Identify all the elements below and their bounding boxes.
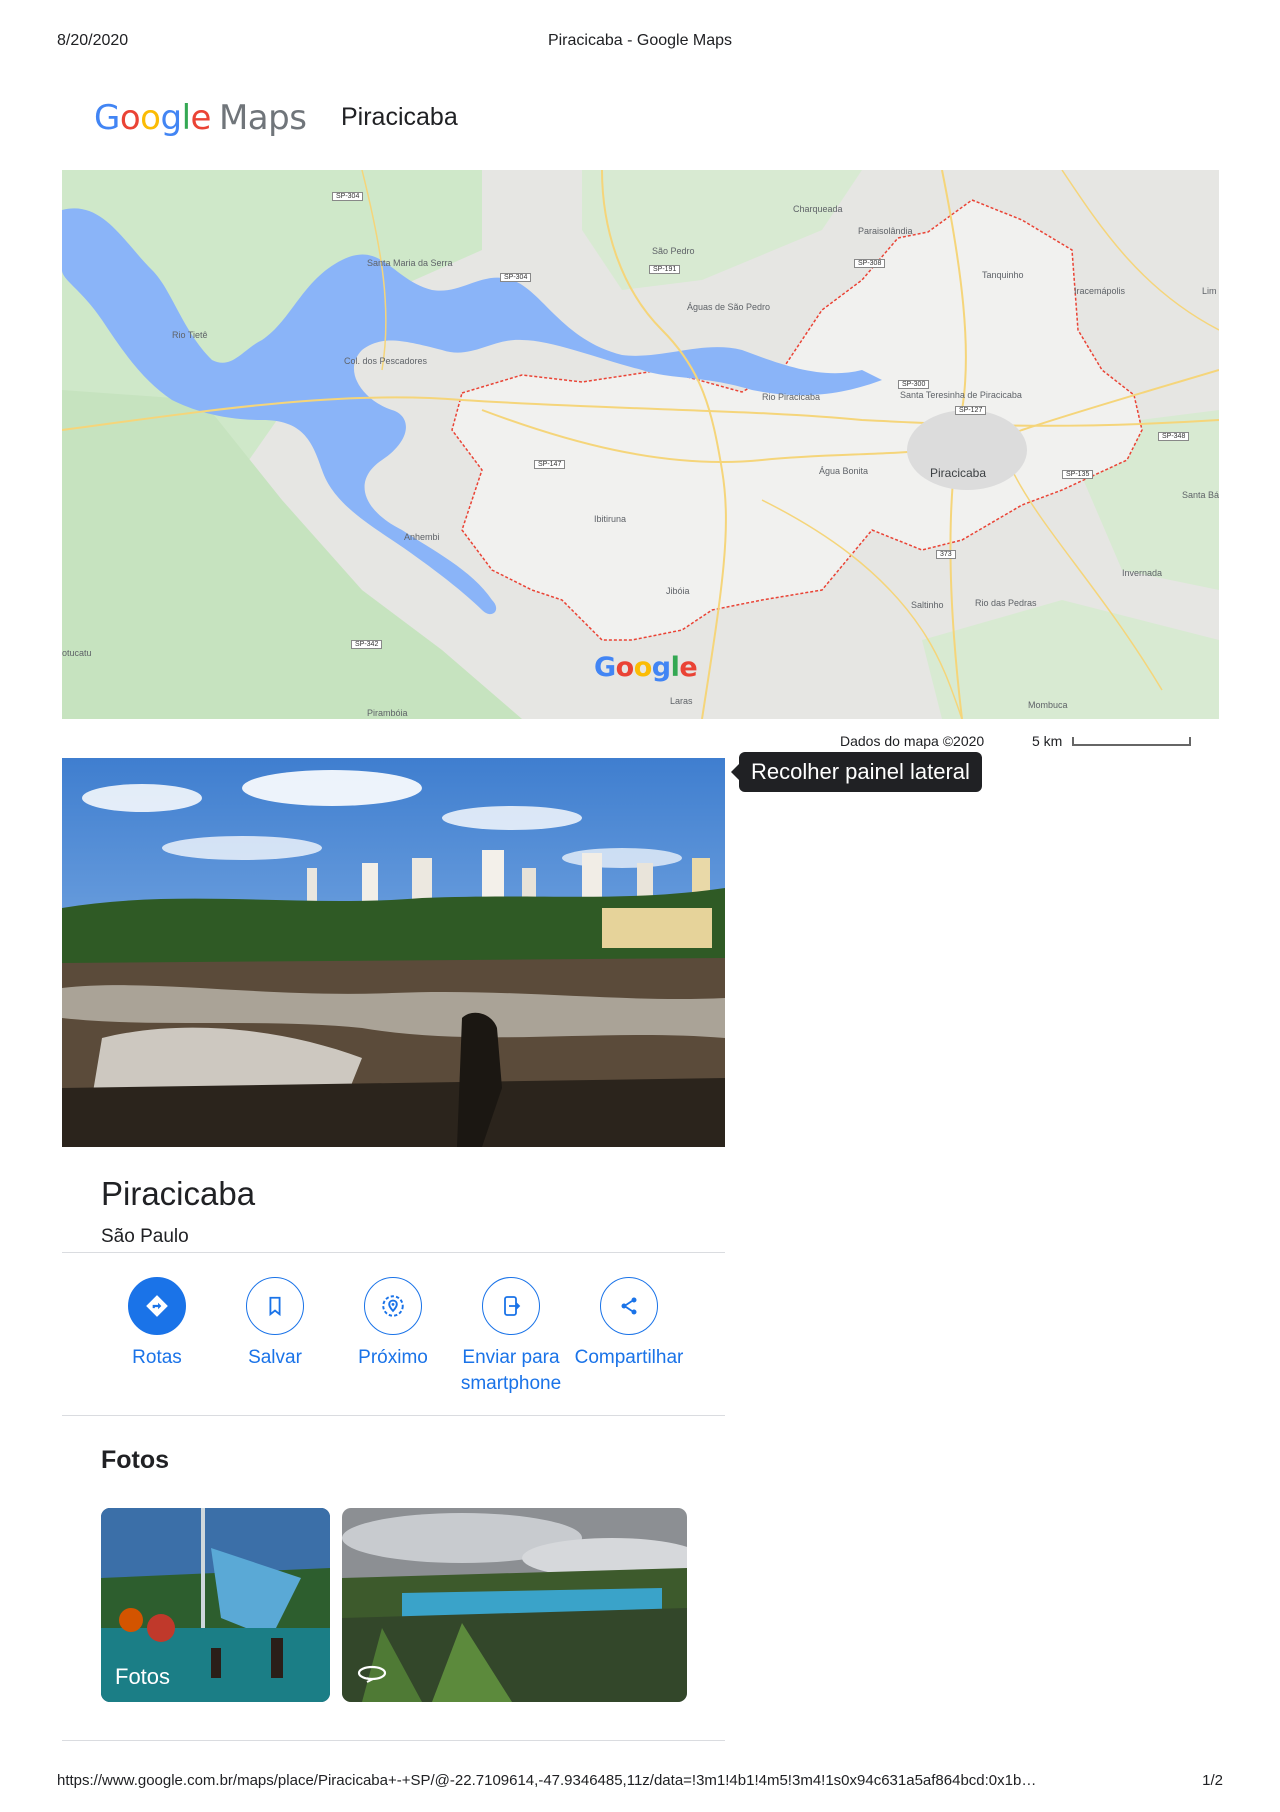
send-to-phone-label: Enviar para smartphone bbox=[460, 1347, 562, 1394]
road-shield: SP-147 bbox=[534, 460, 566, 469]
print-title: Piracicaba - Google Maps bbox=[547, 32, 733, 49]
scale-label[interactable]: 5 km bbox=[1032, 733, 1062, 749]
photos-section-title: Fotos bbox=[101, 1446, 170, 1474]
scale-bar[interactable] bbox=[1072, 737, 1191, 746]
map-label-jiboia: Jibóia bbox=[666, 586, 690, 596]
road-shield: SP-127 bbox=[955, 406, 987, 415]
save-label: Salvar bbox=[248, 1347, 302, 1368]
road-shield: SP-135 bbox=[1062, 470, 1094, 479]
road-shield: SP-304 bbox=[332, 192, 364, 201]
map-label-tanquinho: Tanquinho bbox=[982, 270, 1024, 280]
road-shield: SP-191 bbox=[649, 265, 681, 274]
map-label-ibitiruna: Ibitiruna bbox=[594, 514, 627, 524]
panorama-image bbox=[342, 1508, 687, 1702]
map-label-limeira: Lim bbox=[1202, 286, 1217, 296]
action-bar: Rotas Salvar Próximo Enviar para smartph… bbox=[97, 1277, 717, 1397]
map-label-saltinho: Saltinho bbox=[911, 600, 944, 610]
share-button[interactable]: Compartilhar bbox=[569, 1277, 689, 1371]
header-place-name: Piracicaba bbox=[341, 103, 458, 131]
map-label-rio-piracicaba: Rio Piracicaba bbox=[762, 392, 821, 402]
map-label-rio-tiete: Rio Tietê bbox=[172, 330, 208, 340]
map-label-santa-maria: Santa Maria da Serra bbox=[367, 258, 453, 268]
directions-icon bbox=[128, 1277, 186, 1335]
map-label-paraisolandia: Paraisolândia bbox=[858, 226, 913, 236]
photo-tile-label: Fotos bbox=[115, 1664, 171, 1689]
map-label-colonia: Col. dos Pescadores bbox=[344, 356, 428, 366]
360-icon bbox=[356, 1663, 388, 1688]
share-icon bbox=[600, 1277, 658, 1335]
nearby-button[interactable]: Próximo bbox=[333, 1277, 453, 1371]
google-maps-logo[interactable]: Google Maps bbox=[94, 96, 307, 140]
road-shield: 373 bbox=[936, 550, 956, 559]
map-label-botucatu: otucatu bbox=[62, 648, 92, 658]
page-url: https://www.google.com.br/maps/place/Pir… bbox=[57, 1772, 1037, 1789]
divider bbox=[62, 1252, 725, 1253]
map-canvas bbox=[62, 170, 1219, 719]
hero-image bbox=[62, 758, 725, 1147]
logo-wordmark: Google Maps bbox=[94, 98, 307, 138]
map-label-santa-barbara: Santa Bárbara D'Oeste bbox=[1182, 490, 1219, 500]
road-shield: SP-308 bbox=[854, 259, 886, 268]
send-to-phone-icon bbox=[482, 1277, 540, 1335]
map-label-piramboia: Pirambóia bbox=[367, 708, 408, 718]
map-label-agua-bonita: Água Bonita bbox=[819, 466, 869, 476]
map-label-santa-teresinha: Santa Teresinha de Piracicaba bbox=[900, 390, 1022, 400]
divider bbox=[62, 1740, 725, 1741]
map-label-charqueada: Charqueada bbox=[793, 204, 843, 214]
place-title: Piracicaba bbox=[101, 1175, 256, 1212]
directions-label: Rotas bbox=[132, 1347, 182, 1368]
save-button[interactable]: Salvar bbox=[215, 1277, 335, 1371]
road-shield: SP-304 bbox=[500, 273, 532, 282]
nearby-icon bbox=[364, 1277, 422, 1335]
map-label-sao-pedro: São Pedro bbox=[652, 246, 695, 256]
send-to-phone-button[interactable]: Enviar para smartphone bbox=[451, 1277, 571, 1397]
map-label-invernada: Invernada bbox=[1122, 568, 1163, 578]
hero-photo[interactable] bbox=[62, 758, 725, 1147]
photo-tile-panorama[interactable] bbox=[342, 1508, 687, 1702]
map-label-rio-das-pedras: Rio das Pedras bbox=[975, 598, 1037, 608]
print-header: 8/20/2020 Piracicaba - Google Maps bbox=[57, 32, 1223, 52]
map-label-mombuca: Mombuca bbox=[1028, 700, 1068, 710]
page-number: 1/2 bbox=[1202, 1772, 1223, 1789]
collapse-panel-tooltip: Recolher painel lateral bbox=[731, 752, 982, 792]
road-shield: SP-348 bbox=[1158, 432, 1190, 441]
share-label: Compartilhar bbox=[574, 1347, 684, 1368]
map-label-aguas-sao-pedro: Águas de São Pedro bbox=[687, 302, 771, 312]
map-label-piracicaba: Piracicaba bbox=[930, 466, 987, 480]
map-google-watermark: Google bbox=[594, 652, 698, 683]
map-view[interactable]: Charqueada Paraisolândia São Pedro Santa… bbox=[62, 170, 1219, 719]
nearby-label: Próximo bbox=[358, 1347, 428, 1368]
bookmark-icon bbox=[246, 1277, 304, 1335]
place-region: São Paulo bbox=[101, 1226, 189, 1247]
directions-button[interactable]: Rotas bbox=[97, 1277, 217, 1371]
divider bbox=[62, 1415, 725, 1416]
photo-tile-fotos[interactable]: Fotos bbox=[101, 1508, 330, 1702]
map-label-anhembi: Anhembi bbox=[404, 532, 440, 542]
map-label-iracemapolis: Iracemápolis bbox=[1074, 286, 1126, 296]
road-shield: SP-300 bbox=[898, 380, 930, 389]
map-label-laras: Laras bbox=[670, 696, 693, 706]
road-shield: SP-342 bbox=[351, 640, 383, 649]
map-attribution[interactable]: Dados do mapa ©2020 bbox=[840, 733, 984, 749]
